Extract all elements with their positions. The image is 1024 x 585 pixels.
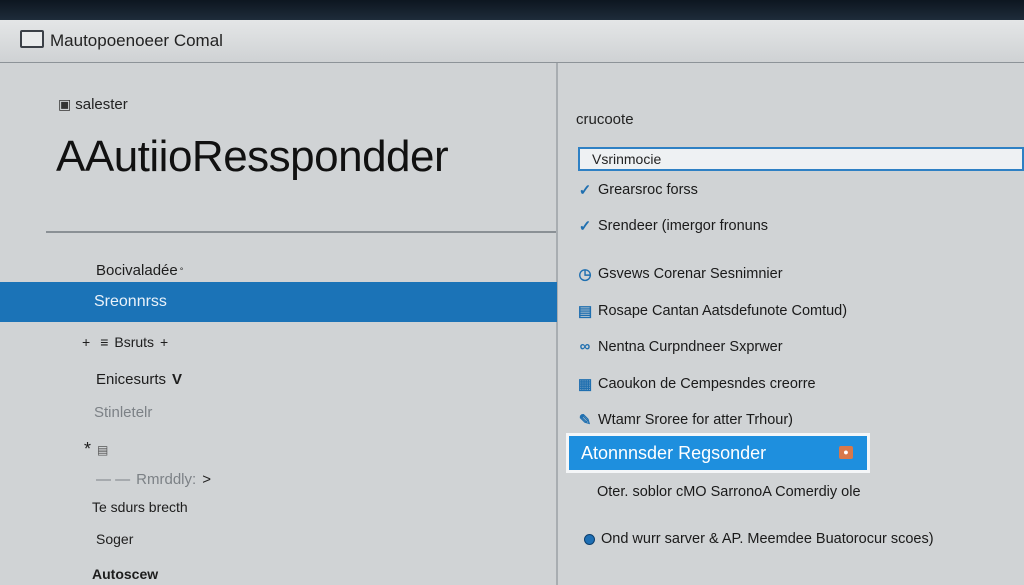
nav-item-9[interactable]: Autoscew bbox=[92, 566, 158, 582]
selected-responder-label: Atonnnsder Regsonder bbox=[581, 443, 767, 463]
expand-icon: ≡ bbox=[100, 334, 109, 350]
ellipsis-icon: — — bbox=[96, 471, 131, 488]
check-icon: ✓ bbox=[578, 218, 592, 235]
nav-item-label: Stinletelr bbox=[94, 404, 153, 421]
nav-item-0[interactable]: Bocivaladée ° bbox=[96, 262, 183, 279]
rule-item-2[interactable]: ◷ Gsvews Corenar Sesnimnier bbox=[578, 265, 783, 283]
rule-item-4[interactable]: ∞ Nentna Curpndneer Sxprwer bbox=[578, 338, 783, 355]
status-row[interactable]: Ond wurr sarver & AP. Meemdee Buatorocur… bbox=[584, 531, 934, 547]
page-title: AAutiioResspondder bbox=[56, 132, 449, 181]
rule-item-label: Nentna Curpndneer Sxprwer bbox=[598, 338, 783, 355]
desktop-top-strip bbox=[0, 0, 1024, 20]
nav-item-2[interactable]: + ≡ Bsruts + bbox=[82, 334, 168, 350]
plus-icon: + bbox=[82, 334, 91, 350]
nav-item-label: * bbox=[84, 439, 92, 459]
rule-item-0[interactable]: ✓ Grearsroc forss bbox=[578, 181, 698, 199]
asterisk-icon: ° bbox=[179, 265, 184, 276]
rule-item-label: Rosape Cantan Aatsdefunote Comtud) bbox=[598, 303, 848, 319]
rule-item-label: Caoukon de Cempesndes creorre bbox=[598, 376, 816, 392]
rule-item-6[interactable]: ✎ Wtamr Sroree for atter Trhour) bbox=[578, 411, 793, 429]
chevron-down-icon: V bbox=[172, 371, 183, 388]
rule-item-3[interactable]: ▤ Rosape Cantan Aatsdefunote Comtud) bbox=[578, 302, 847, 320]
nav-item-7[interactable]: Te sdurs brecth bbox=[92, 499, 188, 515]
folder-icon: ▣ bbox=[58, 96, 72, 112]
nav-item-label: Bocivaladée bbox=[96, 262, 178, 279]
nav-item-5[interactable]: * ▤ bbox=[84, 439, 108, 460]
window-icon[interactable] bbox=[20, 30, 44, 48]
nav-item-label: Rmrddly: bbox=[136, 471, 197, 488]
nav-item-3[interactable]: Enicesurts V bbox=[96, 371, 182, 388]
chevron-right-icon: > bbox=[202, 471, 211, 488]
selected-responder-item[interactable]: Atonnnsder Regsonder ● bbox=[566, 433, 870, 473]
window-title: Mautopoenoeer Comal bbox=[50, 31, 223, 50]
rule-item-5[interactable]: ▦ Caoukon de Cempesndes creorre bbox=[578, 375, 816, 393]
nav-item-label: Soger bbox=[96, 531, 134, 547]
nav-item-label: Te sdurs brecth bbox=[92, 499, 188, 515]
breadcrumb-label: salester bbox=[75, 96, 128, 113]
title-bar: Mautopoenoeer Comal bbox=[0, 20, 1024, 63]
check-icon: ✓ bbox=[578, 182, 592, 199]
selected-responder-fill: Atonnnsder Regsonder ● bbox=[569, 436, 867, 470]
status-dot-icon bbox=[584, 533, 595, 545]
title-divider bbox=[46, 231, 556, 233]
search-field[interactable] bbox=[578, 147, 1024, 171]
rule-item-label: Grearsroc forss bbox=[598, 182, 698, 198]
calendar-icon: ▦ bbox=[578, 376, 593, 393]
rule-item-1[interactable]: ✓ Srendeer (imergor fronuns bbox=[578, 217, 768, 235]
nav-item-1-selected[interactable]: Sreonnrss bbox=[0, 282, 557, 322]
status-label: Ond wurr sarver & AP. Meemdee Buatorocur… bbox=[601, 531, 934, 547]
responder-description: Oter. soblor cMO SarronoA Comerdiy ole bbox=[597, 484, 861, 500]
link-icon: ∞ bbox=[579, 338, 591, 355]
pane-divider[interactable] bbox=[556, 63, 558, 585]
file-icon: ▤ bbox=[97, 442, 109, 457]
nav-item-label: Enicesurts bbox=[96, 371, 167, 388]
app-window: Mautopoenoeer Comal ▣ salester AAutiioRe… bbox=[0, 0, 1024, 585]
nav-item-label: Bsruts bbox=[114, 334, 155, 350]
rule-item-label: Wtamr Sroree for atter Trhour) bbox=[598, 412, 793, 428]
nav-item-label: Autoscew bbox=[92, 566, 159, 582]
document-icon: ▤ bbox=[578, 303, 593, 320]
rule-item-label: Srendeer (imergor fronuns bbox=[598, 218, 769, 234]
search-input[interactable] bbox=[580, 149, 1012, 169]
nav-item-8[interactable]: Soger bbox=[96, 531, 133, 547]
plus-icon: + bbox=[160, 334, 169, 350]
pencil-icon: ✎ bbox=[578, 412, 592, 429]
nav-item-6[interactable]: — — Rmrddly: > bbox=[96, 471, 211, 488]
nav-item-label: Sreonnrss bbox=[94, 293, 167, 310]
clock-icon: ◷ bbox=[578, 266, 592, 283]
rule-item-label: Gsvews Corenar Sesnimnier bbox=[598, 266, 783, 282]
alert-badge-icon: ● bbox=[839, 446, 853, 459]
breadcrumb[interactable]: ▣ salester bbox=[58, 96, 128, 113]
nav-item-4[interactable]: Stinletelr bbox=[94, 404, 152, 421]
section-label: crucoote bbox=[576, 111, 634, 128]
